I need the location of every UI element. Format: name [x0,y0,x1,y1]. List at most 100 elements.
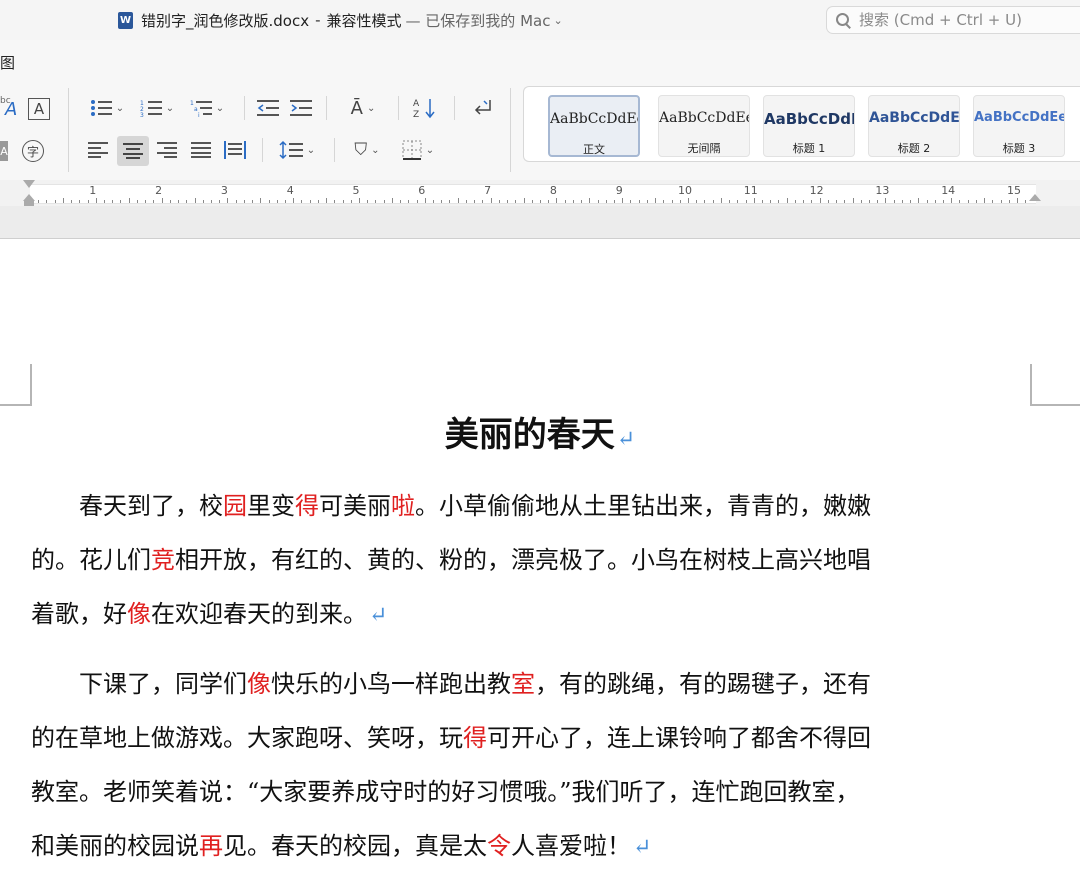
text-run: 相开放，有红的、黄的、粉的，漂亮极了。小鸟在树枝上高兴地唱 [175,546,871,574]
text-run: 和美丽的校园说 [31,832,199,860]
ruler-tick [992,200,994,203]
style-sample: AaBbCcDdI [764,110,854,128]
ruler-tick [926,200,928,203]
corrected-character: 像 [127,600,151,628]
text-run: 的。花儿们 [31,546,151,574]
text-direction-button[interactable]: Ā ⌄ [342,96,384,120]
ruler-tick [778,200,780,203]
text-run: 快乐的小鸟一样跑出教 [271,670,511,698]
svg-text:i: i [198,112,200,117]
chevron-down-icon[interactable]: ⌄ [371,145,379,156]
ruler-tick [235,200,237,203]
corrected-character: 得 [295,492,319,520]
chevron-down-icon[interactable]: ⌄ [166,103,174,114]
corrected-character: 啦 [391,492,415,520]
ruler-tick [794,200,796,203]
ruler-tick [663,200,665,203]
search-box[interactable] [826,6,1080,34]
numbering-button[interactable]: 123 ⌄ [136,96,178,120]
style-heading-2[interactable]: AaBbCcDdEe 标题 2 [868,95,960,157]
ruler-tick [688,198,689,203]
bullets-button[interactable]: ⌄ [86,96,128,120]
shading-button[interactable]: ⛉ ⌄ [346,138,388,162]
chevron-down-icon[interactable]: ⌄ [116,103,124,114]
text-run: 下课了，同学们 [31,670,247,698]
distributed-button[interactable] [222,138,248,162]
ruler-number: 10 [678,184,692,197]
phonetic-guide-icon[interactable]: bc A [0,96,20,122]
ruler-tick [893,200,895,203]
title-bar: W 错别字_润色修改版.docx - 兼容性模式 — 已保存到我的 Mac ⌄ [0,0,1080,40]
ruler-tick [589,198,591,203]
horizontal-ruler[interactable]: 1 2 3 4 5 6 7 8 9 10 11 12 13 14 15 [0,180,1080,206]
decrease-indent-button[interactable] [256,96,280,120]
ruler-tick [260,198,262,203]
ruler-tick [301,200,303,203]
ruler-tick [515,200,517,203]
show-formatting-button[interactable] [468,96,494,120]
align-left-button[interactable] [86,138,110,162]
ruler-number: 7 [484,184,492,197]
align-center-button[interactable] [117,136,149,166]
ruler-number: 13 [875,184,890,197]
svg-text:Z: Z [413,110,419,119]
chevron-down-icon[interactable]: ⌄ [367,103,375,114]
style-heading-1[interactable]: AaBbCcDdI 标题 1 [763,95,855,157]
text-line: 教室。老师笑着说：“大家要养成守时的好习惯哦。”我们听了，连忙跑回教室， [31,772,860,807]
title-separator: - [315,11,321,29]
ruler-tick [934,200,936,203]
ruler-tick [186,200,188,203]
corrected-character: 园 [223,492,247,520]
text-run: 春天到了，校 [31,492,223,520]
ribbon-divider [68,88,69,172]
line-spacing-button[interactable]: ⌄ [274,138,320,162]
align-right-button[interactable] [155,138,179,162]
chevron-down-icon[interactable]: ⌄ [216,103,224,114]
borders-button[interactable]: ⌄ [396,138,440,162]
right-indent-marker[interactable] [1029,194,1041,201]
corrected-character: 像 [247,670,271,698]
document-title[interactable]: W 错别字_润色修改版.docx - 兼容性模式 — 已保存到我的 Mac ⌄ [118,10,563,30]
style-heading-3[interactable]: AaBbCcDdEe 标题 3 [973,95,1065,157]
chevron-down-icon[interactable]: ⌄ [426,145,434,156]
chevron-down-icon[interactable]: ⌄ [553,14,562,27]
ruler-tick [581,200,583,203]
ruler-tick [679,200,681,203]
ruler-tick [729,200,731,203]
align-center-icon [123,143,143,159]
sort-az-icon: AZ [413,99,435,119]
text-line: 春天到了，校园里变得可美丽啦。小草偷偷地从土里钻出来，青青的，嫩嫩 [31,486,871,521]
justify-button[interactable] [189,138,213,162]
ruler-tick [548,200,550,203]
ruler-tick [367,200,369,203]
ruler-tick [136,200,138,203]
ribbon-divider [398,96,399,120]
style-name: 标题 2 [897,142,931,155]
enclose-characters-icon[interactable]: 字 [22,140,44,162]
ruler-tick [1017,198,1018,203]
ruler-tick [786,198,788,203]
ruler-tick [885,198,887,203]
character-border-icon[interactable]: A [28,98,50,120]
document-heading[interactable]: 美丽的春天↵ [0,407,1080,456]
character-shading-icon[interactable]: A [0,141,8,161]
search-input[interactable] [859,11,1059,29]
ruler-tick [918,198,920,203]
chevron-down-icon[interactable]: ⌄ [307,145,315,156]
ruler-number: 14 [941,184,956,197]
ruler-tick [416,200,418,203]
ruler-tick [153,200,155,203]
ruler-tick [507,200,509,203]
ruler-tick [474,200,476,203]
sort-button[interactable]: AZ [412,96,438,120]
document-page[interactable]: 美丽的春天↵ 春天到了，校园里变得可美丽啦。小草偷偷地从土里钻出来，青青的，嫩嫩… [0,239,1080,884]
first-line-indent-marker[interactable] [23,180,35,188]
ruler-tick [984,198,986,203]
text-line: 的。花儿们竞相开放，有红的、黄的、粉的，漂亮极了。小鸟在树枝上高兴地唱 [31,540,871,575]
multilevel-list-button[interactable]: 1ai ⌄ [186,96,228,120]
style-normal[interactable]: AaBbCcDdEe 正文 [548,95,640,157]
ruler-tick [539,200,541,203]
increase-indent-button[interactable] [289,96,313,120]
ribbon-tab-fragment[interactable]: 图 [0,52,15,73]
style-no-spacing[interactable]: AaBbCcDdEe 无间隔 [658,95,750,157]
